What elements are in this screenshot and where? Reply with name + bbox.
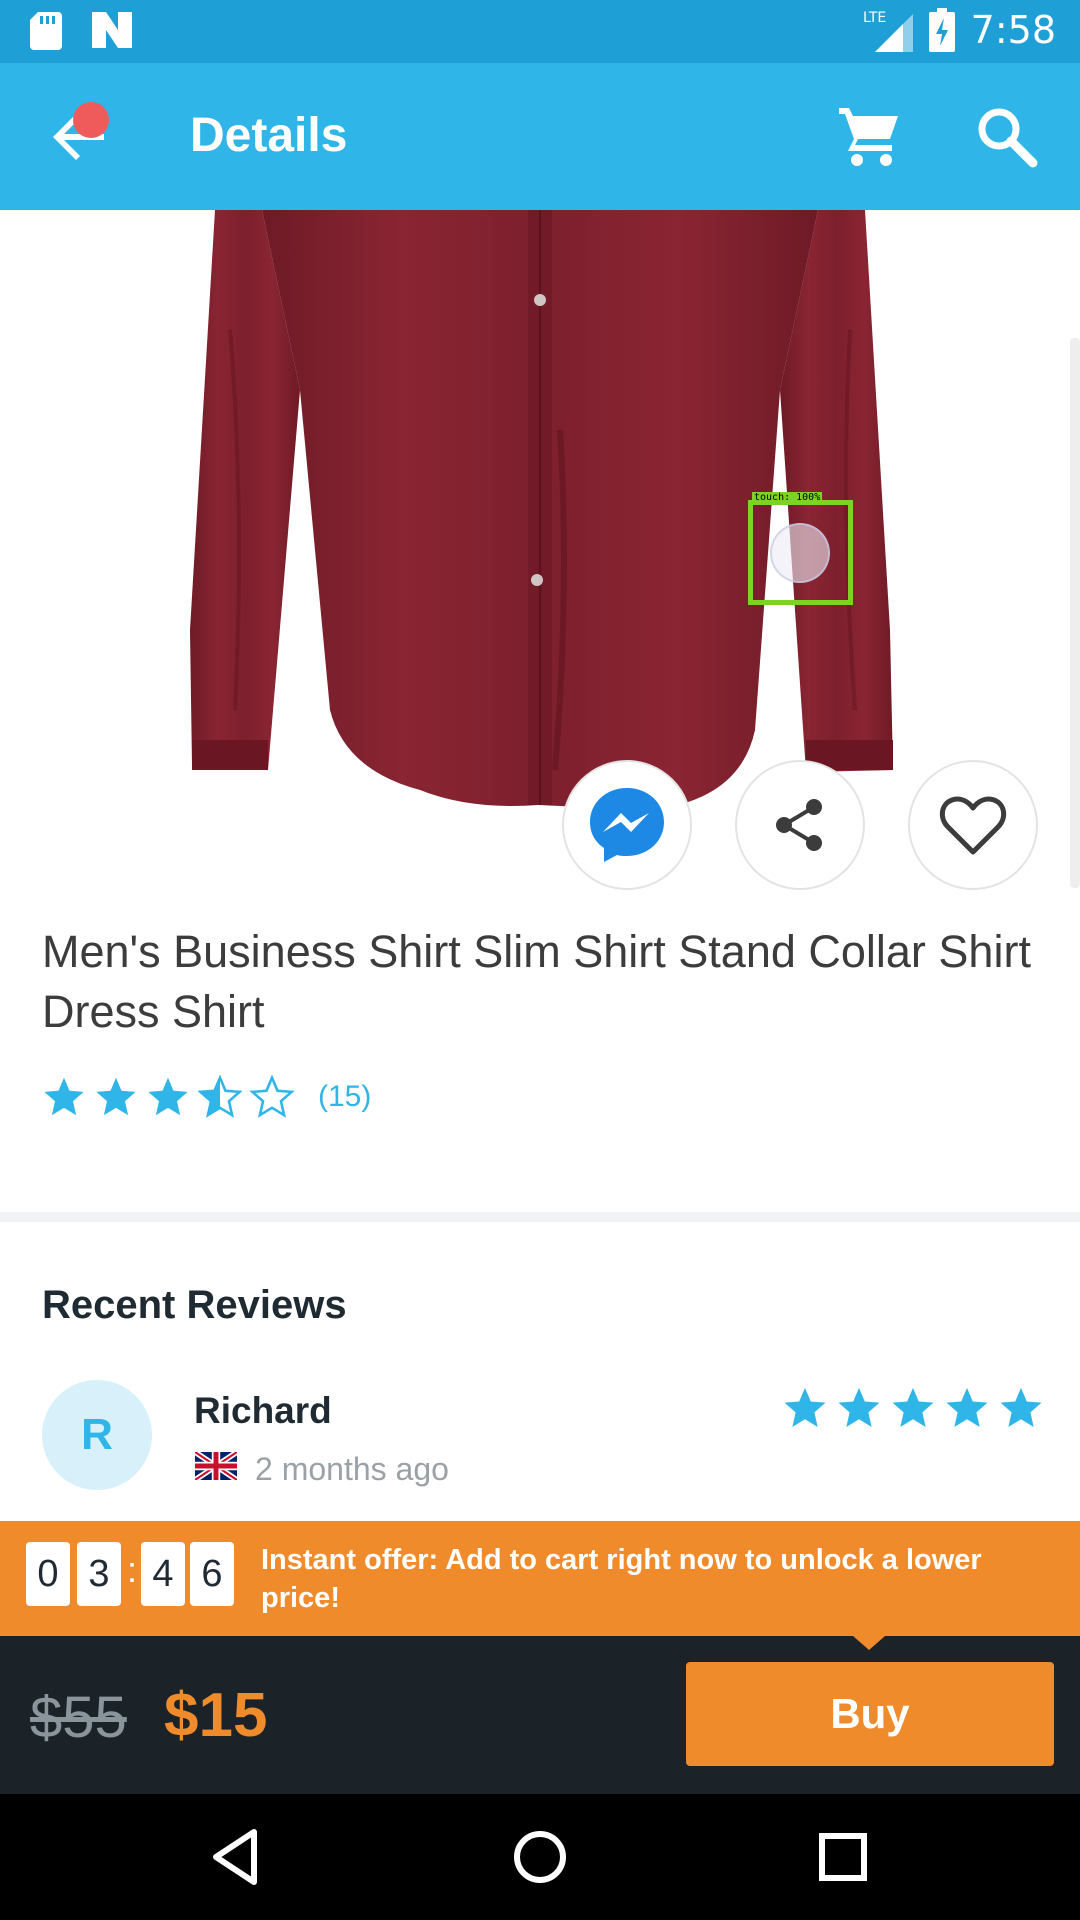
star-full-icon: [148, 1077, 188, 1116]
offer-text: Instant offer: Add to cart right now to …: [261, 1544, 982, 1614]
uk-flag-icon: [195, 1452, 237, 1480]
instant-offer-banner[interactable]: 0 3 : 4 6 Instant offer: Add to cart rig…: [0, 1521, 1080, 1636]
star-full-icon: [838, 1387, 880, 1427]
share-button[interactable]: [735, 760, 865, 890]
review-rating: [782, 1385, 1044, 1431]
notification-badge: [73, 102, 109, 138]
messenger-share-button[interactable]: [562, 760, 692, 890]
heart-icon: [939, 796, 1007, 855]
page-title: Details: [190, 109, 348, 162]
touch-indicator: [770, 523, 830, 583]
wishlist-button[interactable]: [908, 760, 1038, 890]
buy-button[interactable]: Buy: [686, 1662, 1054, 1766]
n-app-icon: [92, 12, 132, 48]
app-bar: Details: [0, 63, 1080, 210]
sd-card-icon: [30, 12, 62, 50]
scroll-indicator: [1070, 338, 1080, 888]
messenger-icon: [590, 788, 664, 862]
timer-digit: 6: [190, 1542, 234, 1606]
star-full-icon: [892, 1387, 934, 1427]
svg-text:LTE: LTE: [863, 10, 886, 26]
status-bar: LTE 7:58: [0, 0, 1080, 63]
section-divider: [0, 1212, 1080, 1222]
reviews-heading: Recent Reviews: [42, 1283, 347, 1327]
avatar: R: [42, 1380, 152, 1490]
share-icon: [776, 799, 822, 851]
back-triangle-icon[interactable]: [204, 1824, 270, 1890]
timer-separator: :: [127, 1549, 138, 1590]
product-title: Men's Business Shirt Slim Shirt Stand Co…: [42, 926, 1031, 1037]
star-full-icon: [946, 1387, 988, 1427]
review-time: 2 months ago: [255, 1451, 449, 1487]
search-icon[interactable]: [973, 103, 1039, 169]
sale-price: $15: [164, 1681, 268, 1750]
star-full-icon: [784, 1387, 826, 1427]
star-full-icon: [96, 1077, 136, 1116]
review-count[interactable]: (15): [318, 1080, 371, 1114]
cart-icon[interactable]: [836, 103, 902, 169]
star-full-icon: [1000, 1387, 1042, 1427]
purchase-bar: $55 $15 Buy: [0, 1636, 1080, 1794]
offer-pointer: [853, 1636, 885, 1650]
product-rating[interactable]: (15): [42, 1075, 371, 1119]
timer-digit: 0: [26, 1542, 70, 1606]
timer-digit: 3: [77, 1542, 121, 1606]
signal-icon: LTE: [863, 10, 913, 52]
star-half-icon: [198, 1075, 242, 1118]
star-full-icon: [44, 1077, 84, 1116]
battery-charging-icon: [928, 8, 955, 52]
home-circle-icon[interactable]: [507, 1824, 573, 1890]
navigation-bar: [0, 1794, 1080, 1920]
original-price: $55: [30, 1685, 127, 1750]
recents-square-icon[interactable]: [810, 1824, 876, 1890]
reviewer-name: Richard: [194, 1390, 332, 1431]
timer-digit: 4: [141, 1542, 185, 1606]
star-empty-icon: [250, 1075, 294, 1118]
status-time: 7:58: [970, 8, 1056, 52]
